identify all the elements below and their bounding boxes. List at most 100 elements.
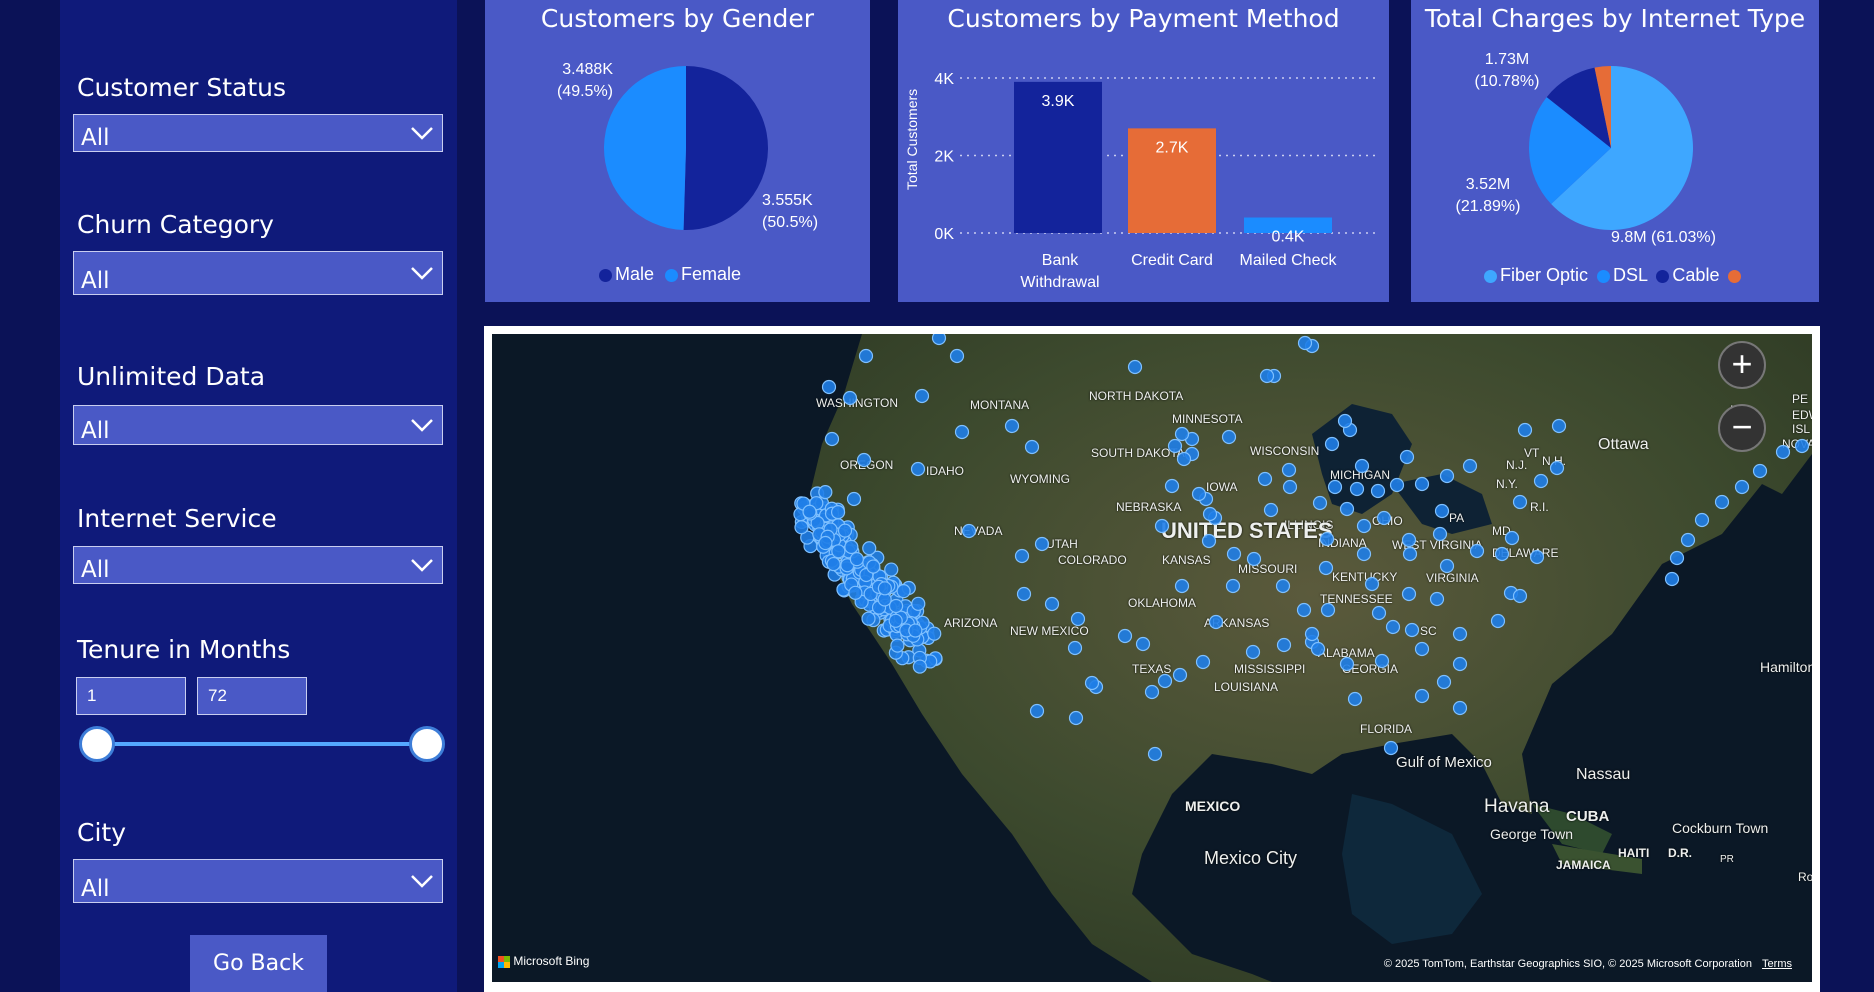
tenure-min-input[interactable]: 1 [76,677,186,715]
customer-location-dot[interactable] [1714,494,1730,510]
customer-location-dot[interactable] [1296,602,1312,618]
customer-location-dot[interactable] [1312,495,1328,511]
customer-location-dot[interactable] [1310,641,1326,657]
customer-location-dot[interactable] [1339,656,1355,672]
customer-location-dot[interactable] [1347,691,1363,707]
customer-location-dot[interactable] [931,334,947,346]
customer-location-dot[interactable] [1034,536,1050,552]
customer-location-dot[interactable] [954,424,970,440]
customer-location-dot[interactable] [911,596,926,611]
customer-location-dot[interactable] [1494,546,1510,562]
customer-location-dot[interactable] [1401,586,1417,602]
customer-location-dot[interactable] [1164,478,1180,494]
customer-location-dot[interactable] [1144,684,1160,700]
customer-location-dot[interactable] [1282,479,1298,495]
customer-location-dot[interactable] [1364,576,1380,592]
customer-location-dot[interactable] [1401,532,1417,548]
customer-location-dot[interactable] [1389,477,1405,493]
zoom-out-button[interactable]: − [1718,404,1766,452]
customer-location-dot[interactable] [1374,653,1390,669]
customer-location-dot[interactable] [1176,451,1192,467]
customer-location-dot[interactable] [1517,422,1533,438]
customer-location-dot[interactable] [1339,501,1355,517]
customer-location-dot[interactable] [1429,591,1445,607]
customer-location-dot[interactable] [1259,368,1275,384]
tenure-slider-min-handle[interactable] [79,726,115,762]
customer-location-dot[interactable] [1324,436,1340,452]
customer-location-dot[interactable] [1067,640,1083,656]
customer-location-dot[interactable] [1414,688,1430,704]
customer-location-dot[interactable] [826,556,841,572]
customer-location-dot[interactable] [1452,626,1468,642]
customer-location-dot[interactable] [861,611,876,626]
customer-location-dot[interactable] [1221,429,1237,445]
customer-location-dot[interactable] [1084,675,1100,691]
customer-location-dot[interactable] [1014,548,1030,564]
customer-location-dot[interactable] [927,626,942,641]
customer-location-dot[interactable] [1275,578,1291,594]
customer-location-dot[interactable] [1257,471,1273,487]
customer-location-dot[interactable] [1327,479,1343,495]
customer-location-dot[interactable] [1551,418,1567,434]
customer-location-dot[interactable] [821,379,837,395]
customer-location-dot[interactable] [794,520,809,535]
customer-location-dot[interactable] [1029,703,1045,719]
go-back-button[interactable]: Go Back [190,935,327,992]
customer-location-dot[interactable] [1068,710,1084,726]
customer-location-dot[interactable] [1225,578,1241,594]
customer-location-dot[interactable] [1172,667,1188,683]
customer-location-dot[interactable] [1385,619,1401,635]
customer-status-dropdown[interactable]: All [73,114,443,152]
customer-location-dot[interactable] [1512,494,1528,510]
customer-location-dot[interactable] [849,552,864,567]
customer-location-dot[interactable] [1245,644,1261,660]
customer-location-dot[interactable] [1376,510,1392,526]
customer-location-dot[interactable] [1664,571,1680,587]
customer-location-dot[interactable] [1297,335,1313,351]
customer-location-dot[interactable] [1304,626,1320,642]
customer-location-dot[interactable] [888,598,904,614]
customer-location-dot[interactable] [1452,656,1468,672]
customer-location-dot[interactable] [1044,596,1060,612]
customer-location-dot[interactable] [1432,526,1448,542]
customer-location-dot[interactable] [910,461,926,477]
customer-location-dot[interactable] [1439,558,1455,574]
customer-location-dot[interactable] [1004,418,1020,434]
customer-location-dot[interactable] [1434,503,1450,519]
pie-slice-female[interactable] [603,66,686,230]
customer-location-dot[interactable] [1226,546,1242,562]
customer-location-dot[interactable] [1174,426,1190,442]
tenure-slider-max-handle[interactable] [409,726,445,762]
customer-location-dot[interactable] [818,485,833,500]
customer-location-dot[interactable] [1154,518,1170,534]
customer-location-dot[interactable] [1320,602,1336,618]
city-dropdown[interactable]: All [73,859,443,903]
customer-location-dot[interactable] [1734,479,1750,495]
customer-location-dot[interactable] [1174,578,1190,594]
customer-location-dot[interactable] [1319,531,1335,547]
terms-link[interactable]: Terms [1762,958,1792,970]
customer-location-dot[interactable] [1354,458,1370,474]
customer-location-dot[interactable] [1452,700,1468,716]
customer-location-dot[interactable] [1349,481,1365,497]
customer-location-dot[interactable] [1669,550,1685,566]
tenure-slider-track[interactable] [97,742,427,746]
customer-location-dot[interactable] [1356,546,1372,562]
customer-location-dot[interactable] [802,504,817,519]
customer-map[interactable]: WASHINGTON MONTANA NORTH DAKOTA MINNESOT… [492,334,1812,982]
customer-location-dot[interactable] [1276,637,1292,653]
customer-location-dot[interactable] [1281,462,1297,478]
customer-location-dot[interactable] [961,523,977,539]
customer-location-dot[interactable] [842,390,858,406]
customer-location-dot[interactable] [1117,628,1133,644]
customer-location-dot[interactable] [1680,532,1696,548]
customer-location-dot[interactable] [1549,460,1565,476]
customer-location-dot[interactable] [1167,438,1183,454]
customer-location-dot[interactable] [884,562,899,577]
customer-location-dot[interactable] [1024,439,1040,455]
customer-location-dot[interactable] [896,584,911,599]
customer-location-dot[interactable] [858,348,874,364]
customer-location-dot[interactable] [1794,438,1810,454]
customer-location-dot[interactable] [1694,512,1710,528]
customer-location-dot[interactable] [1752,463,1768,479]
